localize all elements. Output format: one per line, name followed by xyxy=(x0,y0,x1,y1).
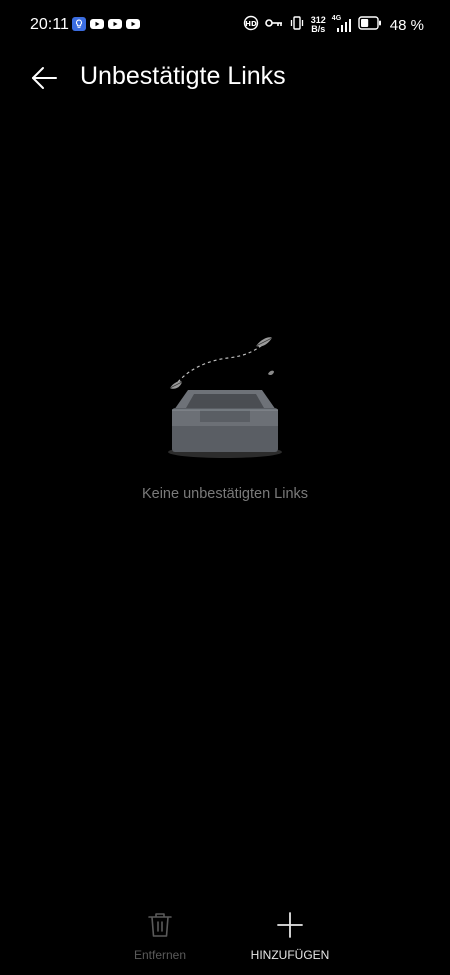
remove-button[interactable]: Entfernen xyxy=(105,910,215,968)
battery-icon xyxy=(358,15,382,35)
vibrate-icon xyxy=(289,15,305,35)
svg-text:HD: HD xyxy=(245,20,257,28)
page-title: Unbestätigte Links xyxy=(80,62,286,90)
empty-inbox-icon xyxy=(168,337,282,458)
back-button[interactable] xyxy=(26,60,62,96)
remove-label: Entfernen xyxy=(133,948,187,962)
lightbulb-icon xyxy=(72,17,86,31)
add-label: HINZUFÜGEN xyxy=(250,948,330,962)
trash-icon xyxy=(145,910,175,940)
status-right-icons: HD 312 B/s 4G 48 % xyxy=(243,14,424,36)
empty-state-message: Keine unbestätigten Links xyxy=(141,486,309,502)
bottom-toolbar: Entfernen HINZUFÜGEN xyxy=(0,910,450,970)
status-bar: 20:11 HD 312 B/s 4G 48 % xyxy=(0,0,450,50)
notification-icons xyxy=(72,17,140,31)
app-header: Unbestätigte Links xyxy=(0,56,450,98)
network-speed: 312 B/s xyxy=(310,15,326,34)
status-time: 20:11 xyxy=(30,16,69,33)
youtube-icon xyxy=(108,17,122,31)
hd-call-icon: HD xyxy=(243,15,259,36)
key-icon xyxy=(264,16,283,34)
add-button[interactable]: HINZUFÜGEN xyxy=(235,910,345,968)
empty-inbox-illustration xyxy=(160,330,290,465)
signal-icon: 4G xyxy=(332,15,352,33)
battery-percent: 48 % xyxy=(389,16,424,34)
arrow-left-icon xyxy=(32,67,57,89)
youtube-icon xyxy=(90,17,104,31)
plus-icon xyxy=(275,910,305,940)
youtube-icon xyxy=(126,17,140,31)
